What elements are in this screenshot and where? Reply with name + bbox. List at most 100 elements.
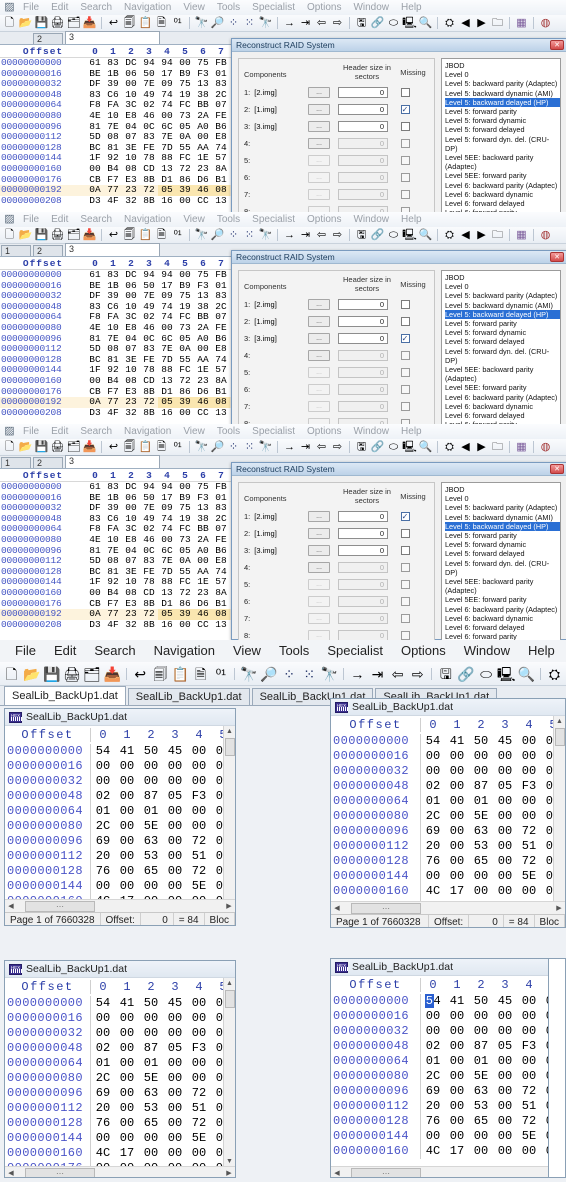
hex-byte[interactable]: 00 bbox=[469, 1144, 493, 1159]
replace-icon[interactable]: ⁘ bbox=[226, 440, 241, 455]
hex-byte[interactable]: 00 bbox=[517, 794, 541, 809]
ram-icon[interactable]: 🖳 bbox=[402, 440, 417, 455]
dialog-title-bar[interactable]: Reconstruct RAID System ✕ bbox=[232, 39, 566, 52]
help-icon[interactable]: ◍ bbox=[538, 228, 553, 243]
header-size-input-5[interactable]: 0 bbox=[338, 155, 388, 167]
menu-item-options[interactable]: Options bbox=[301, 424, 347, 439]
menu-item-file[interactable]: File bbox=[17, 0, 45, 15]
hex-byte[interactable]: 94 bbox=[140, 269, 158, 281]
hex-byte[interactable]: 00 bbox=[187, 1056, 211, 1071]
calc-icon[interactable]: ⛭ bbox=[442, 228, 457, 243]
raid-level-item[interactable]: JBOD bbox=[445, 485, 560, 494]
search-disk-icon[interactable]: 🔍 bbox=[418, 440, 433, 455]
hex-byte[interactable]: 51 bbox=[517, 839, 541, 854]
browse-button-4[interactable]: ... bbox=[308, 350, 330, 362]
hex-byte[interactable]: 63 bbox=[469, 824, 493, 839]
ram-icon[interactable]: 🖳 bbox=[402, 16, 417, 31]
raid-level-item[interactable]: Level 5EE: backward parity (Adaptec) bbox=[445, 153, 560, 171]
menu-item-view[interactable]: View bbox=[177, 212, 211, 227]
properties-icon[interactable]: 🗂 bbox=[66, 440, 81, 455]
hex-byte[interactable]: 00 bbox=[163, 1026, 187, 1041]
hex-byte[interactable]: 02 bbox=[421, 1039, 445, 1054]
hex-byte[interactable]: 00 bbox=[163, 804, 187, 819]
file-tab-3[interactable]: 3 bbox=[65, 455, 160, 468]
hex-byte[interactable]: DC bbox=[122, 269, 140, 281]
prev-icon[interactable]: ◀ bbox=[458, 16, 473, 31]
file-tab-2[interactable]: 2 bbox=[33, 245, 63, 256]
scroll-thumb[interactable] bbox=[555, 728, 565, 746]
goto-offset-icon[interactable]: ⇥ bbox=[298, 228, 313, 243]
browse-button-2[interactable]: ... bbox=[308, 104, 330, 116]
hex-byte[interactable]: 00 bbox=[493, 824, 517, 839]
hex-byte[interactable]: 00 bbox=[163, 1056, 187, 1071]
scroll-left-arrow[interactable]: ◀ bbox=[331, 1169, 343, 1177]
menu-item-tools[interactable]: Tools bbox=[270, 640, 318, 662]
hex-byte[interactable]: 61 bbox=[86, 269, 104, 281]
hex-byte[interactable]: 00 bbox=[493, 1114, 517, 1129]
find-icon[interactable]: 🔭 bbox=[194, 16, 209, 31]
file-tab-1[interactable]: 1 bbox=[1, 245, 31, 256]
backup-icon[interactable]: 📥 bbox=[82, 228, 97, 243]
hex-byte[interactable]: 13 bbox=[158, 375, 176, 387]
hex-byte[interactable]: 2A bbox=[194, 534, 212, 546]
hex-byte[interactable]: 00 bbox=[158, 534, 176, 546]
hex-byte[interactable]: 05 bbox=[493, 779, 517, 794]
search-disk-icon[interactable]: 🔍 bbox=[418, 16, 433, 31]
hex-byte[interactable]: 41 bbox=[445, 994, 469, 1009]
hex-byte[interactable]: 00 bbox=[115, 1101, 139, 1116]
menu-item-help[interactable]: Help bbox=[395, 424, 428, 439]
hex-byte[interactable]: 00 bbox=[187, 804, 211, 819]
raid-level-item[interactable]: Level 5EE: forward parity bbox=[445, 595, 560, 604]
raid-dialog[interactable]: Reconstruct RAID System ✕ Components Header… bbox=[231, 250, 566, 436]
browse-button-7[interactable]: ... bbox=[308, 613, 330, 625]
raid-level-item[interactable]: Level 5: backward parity (Adaptec) bbox=[445, 503, 560, 512]
hex-byte[interactable]: 00 bbox=[469, 884, 493, 899]
new-icon[interactable]: 🗋 bbox=[2, 16, 17, 31]
hex-pane-4[interactable]: SealLib_BackUp1.datOffset012345000000000… bbox=[330, 958, 566, 1178]
copy-icon[interactable]: 🗐 bbox=[122, 228, 137, 243]
raid-level-item[interactable]: JBOD bbox=[445, 273, 560, 282]
menu-item-search[interactable]: Search bbox=[85, 640, 144, 662]
hex-byte[interactable]: 00 bbox=[163, 864, 187, 879]
hex-byte[interactable]: 00 bbox=[517, 1009, 541, 1024]
menu-item-options[interactable]: Options bbox=[301, 0, 347, 15]
hex-byte[interactable]: 00 bbox=[493, 884, 517, 899]
copy-block-icon[interactable]: 🗎 bbox=[154, 16, 169, 31]
hex-byte[interactable]: 05 bbox=[493, 1039, 517, 1054]
hex-byte[interactable]: 83 bbox=[104, 481, 122, 493]
copy-block-icon[interactable]: 🗎 bbox=[154, 440, 169, 455]
raid-level-item[interactable]: Level 5EE: backward parity (Adaptec) bbox=[445, 577, 560, 595]
hex-byte[interactable]: 45 bbox=[163, 744, 187, 759]
hex-byte[interactable]: 00 bbox=[158, 322, 176, 334]
hex-byte[interactable]: 00 bbox=[115, 1041, 139, 1056]
pane-title-bar[interactable]: SealLib_BackUp1.dat bbox=[331, 699, 565, 716]
menu-item-edit[interactable]: Edit bbox=[45, 212, 74, 227]
hex-byte[interactable]: 72 bbox=[517, 1114, 541, 1129]
hex-pane-2[interactable]: SealLib_BackUp1.datOffset012345000000000… bbox=[330, 698, 566, 928]
hex-byte[interactable]: 01 bbox=[421, 794, 445, 809]
hex-byte[interactable]: 00 bbox=[469, 1024, 493, 1039]
hex-byte[interactable]: 00 bbox=[115, 1071, 139, 1086]
forward-icon[interactable]: ⇨ bbox=[330, 16, 345, 31]
menu-item-specialist[interactable]: Specialist bbox=[246, 424, 301, 439]
raid-level-item[interactable]: Level 5: backward delayed (HP) bbox=[445, 309, 560, 320]
hex-byte[interactable]: 69 bbox=[421, 1084, 445, 1099]
hex-byte[interactable]: 53 bbox=[139, 849, 163, 864]
hex-byte[interactable]: 00 bbox=[493, 764, 517, 779]
hex-byte[interactable]: 72 bbox=[517, 824, 541, 839]
hex-byte[interactable]: 00 bbox=[493, 1099, 517, 1114]
hex-byte[interactable]: 00 bbox=[445, 1009, 469, 1024]
missing-checkbox-3[interactable] bbox=[400, 122, 410, 132]
hex-byte[interactable]: 01 bbox=[469, 1054, 493, 1069]
scroll-right-arrow[interactable]: ▶ bbox=[223, 1169, 235, 1177]
raid-level-item[interactable]: Level 5: forward parity bbox=[445, 319, 560, 328]
browse-button-6[interactable]: ... bbox=[308, 384, 330, 396]
copy-icon[interactable]: 🗐 bbox=[151, 664, 170, 684]
hex-byte[interactable]: 4F bbox=[104, 195, 122, 207]
header-size-input-1[interactable]: 0 bbox=[338, 87, 388, 99]
raid-level-item[interactable]: Level 5: forward dyn. del. (CRU-DP) bbox=[445, 347, 560, 365]
hex-byte[interactable]: 61 bbox=[86, 481, 104, 493]
raid-level-item[interactable]: Level 6: backward dynamic bbox=[445, 614, 560, 623]
hex-byte[interactable]: 65 bbox=[469, 1114, 493, 1129]
undo-icon[interactable]: ↩ bbox=[106, 228, 121, 243]
